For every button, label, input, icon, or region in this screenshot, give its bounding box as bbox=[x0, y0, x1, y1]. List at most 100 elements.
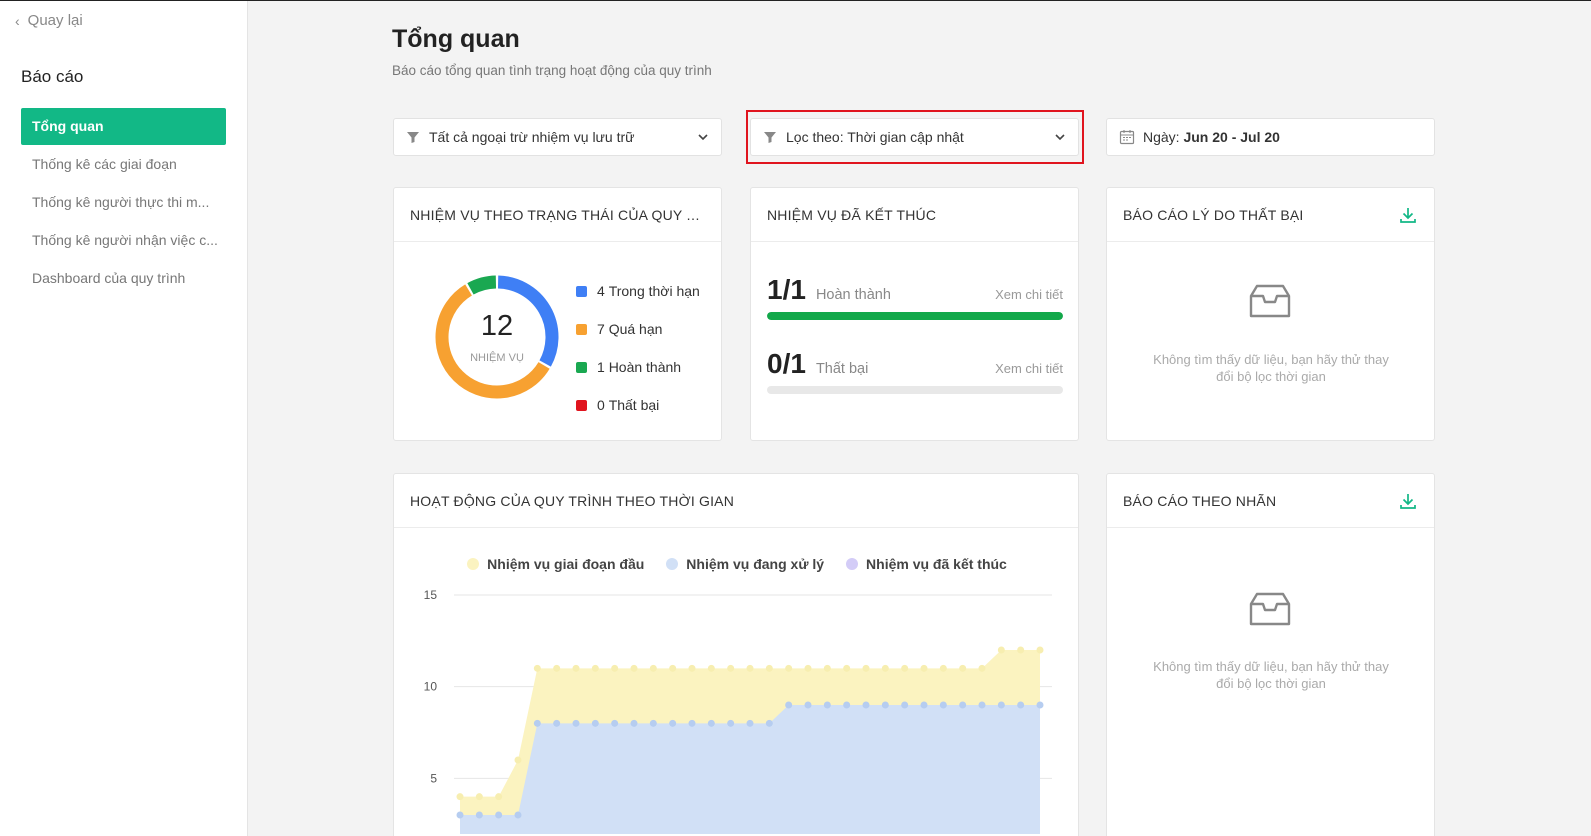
empty-line-2: đổi bộ lọc thời gian bbox=[1216, 369, 1326, 384]
fail-reason-card-title: BÁO CÁO LÝ DO THẤT BẠI bbox=[1123, 206, 1304, 223]
completed-value: 1/1 bbox=[767, 274, 806, 305]
sidebar-item-dashboard[interactable]: Dashboard của quy trình bbox=[21, 260, 226, 297]
empty-line-1: Không tìm thấy dữ liệu, bạn hãy thử thay bbox=[1153, 659, 1389, 674]
data-point bbox=[881, 664, 889, 672]
completed-progress-fill bbox=[767, 312, 1063, 320]
back-label: Quay lại bbox=[27, 12, 83, 29]
data-point bbox=[649, 664, 657, 672]
chart-legend-finished[interactable]: Nhiệm vụ đã kết thúc bbox=[846, 556, 1007, 572]
donut-total-label: NHIỆM VỤ bbox=[470, 352, 524, 364]
data-point bbox=[707, 664, 715, 672]
back-link[interactable]: ‹ Quay lại bbox=[15, 12, 83, 29]
data-point bbox=[901, 701, 909, 709]
sidebar-item-stage-stats[interactable]: Thống kê các giai đoạn bbox=[21, 146, 226, 183]
data-point bbox=[997, 701, 1005, 709]
data-point bbox=[591, 719, 599, 727]
download-icon[interactable] bbox=[1398, 205, 1418, 225]
chart-legend-label: Nhiệm vụ đang xử lý bbox=[686, 556, 825, 572]
sidebar-item-overview[interactable]: Tổng quan bbox=[21, 108, 226, 145]
failed-view-details-link[interactable]: Xem chi tiết bbox=[995, 361, 1063, 376]
highlight-box bbox=[746, 110, 1084, 164]
legend-label: Trong thời hạn bbox=[608, 283, 700, 299]
finished-card-title: NHIỆM VỤ ĐÃ KẾT THÚC bbox=[767, 206, 937, 223]
sidebar-item-assignee-stats[interactable]: Thống kê người nhận việc c... bbox=[21, 222, 226, 259]
data-point bbox=[572, 719, 580, 727]
legend-item-on-time[interactable]: 4 Trong thời hạn bbox=[576, 272, 700, 310]
legend-count: 1 bbox=[597, 359, 605, 375]
scope-filter-dropdown[interactable]: Tất cả ngoại trừ nhiệm vụ lưu trữ bbox=[393, 118, 722, 156]
download-icon[interactable] bbox=[1398, 491, 1418, 511]
data-point bbox=[495, 811, 503, 819]
data-point bbox=[746, 719, 754, 727]
data-point bbox=[920, 664, 928, 672]
fail-reason-card-header: BÁO CÁO LÝ DO THẤT BẠI bbox=[1107, 188, 1434, 242]
legend-swatch bbox=[576, 361, 587, 373]
chart-legend: Nhiệm vụ giai đoạn đầu Nhiệm vụ đang xử … bbox=[394, 556, 1080, 572]
legend-swatch bbox=[576, 399, 587, 411]
label-report-card: BÁO CÁO THEO NHÃN Không tìm thấy dữ liệu… bbox=[1106, 473, 1435, 836]
data-point bbox=[862, 664, 870, 672]
legend-count: 0 bbox=[597, 397, 605, 413]
legend-item-overdue[interactable]: 7 Quá hạn bbox=[576, 310, 700, 348]
data-point bbox=[785, 701, 793, 709]
page-title: Tổng quan bbox=[392, 25, 520, 53]
data-point bbox=[630, 719, 638, 727]
data-point bbox=[843, 664, 851, 672]
donut-segment bbox=[467, 275, 497, 295]
data-point bbox=[823, 701, 831, 709]
sidebar-item-executor-stats[interactable]: Thống kê người thực thi m... bbox=[21, 184, 226, 221]
chart-legend-early[interactable]: Nhiệm vụ giai đoạn đầu bbox=[467, 556, 644, 572]
completed-progress-bar bbox=[767, 312, 1063, 320]
data-point bbox=[475, 793, 483, 801]
chart-legend-dot bbox=[467, 558, 480, 570]
legend-label: Quá hạn bbox=[608, 321, 663, 337]
legend-count: 7 bbox=[597, 321, 605, 337]
legend-swatch bbox=[576, 323, 587, 335]
chart-legend-label: Nhiệm vụ giai đoạn đầu bbox=[487, 556, 645, 572]
legend-item-completed[interactable]: 1 Hoàn thành bbox=[576, 348, 700, 386]
finished-card: NHIỆM VỤ ĐÃ KẾT THÚC 1/1 Hoàn thành Xem … bbox=[750, 187, 1079, 441]
chart-legend-processing[interactable]: Nhiệm vụ đang xử lý bbox=[666, 556, 824, 572]
donut-total: 12 bbox=[480, 310, 514, 342]
status-card-header: NHIỆM VỤ THEO TRẠNG THÁI CỦA QUY TRÌ... bbox=[394, 188, 721, 242]
data-point bbox=[959, 664, 967, 672]
label-report-card-header: BÁO CÁO THEO NHÃN bbox=[1107, 474, 1434, 528]
data-point bbox=[920, 701, 928, 709]
date-range-value: Jun 20 - Jul 20 bbox=[1183, 129, 1280, 145]
activity-card: HOẠT ĐỘNG CỦA QUY TRÌNH THEO THỜI GIAN N… bbox=[393, 473, 1079, 836]
filter-icon bbox=[407, 132, 419, 143]
empty-inbox-icon bbox=[1249, 284, 1291, 318]
y-tick-label: 10 bbox=[424, 680, 438, 694]
empty-inbox-icon bbox=[1249, 592, 1291, 626]
data-point bbox=[1017, 646, 1025, 654]
legend-count: 4 bbox=[597, 283, 605, 299]
failed-value: 0/1 bbox=[767, 348, 806, 379]
status-card: NHIỆM VỤ THEO TRẠNG THÁI CỦA QUY TRÌ... … bbox=[393, 187, 722, 441]
data-point bbox=[591, 664, 599, 672]
data-point bbox=[939, 664, 947, 672]
chevron-down-icon bbox=[698, 134, 708, 141]
data-point bbox=[649, 719, 657, 727]
chart-legend-label: Nhiệm vụ đã kết thúc bbox=[866, 556, 1007, 572]
legend-item-failed[interactable]: 0 Thất bại bbox=[576, 386, 700, 424]
date-range-picker[interactable]: Ngày: Jun 20 - Jul 20 bbox=[1106, 118, 1435, 156]
empty-message: Không tìm thấy dữ liệu, bạn hãy thử thay… bbox=[1127, 351, 1415, 385]
data-point bbox=[746, 664, 754, 672]
data-point bbox=[978, 701, 986, 709]
page-subtitle: Báo cáo tổng quan tình trạng hoạt động c… bbox=[392, 63, 712, 78]
completed-view-details-link[interactable]: Xem chi tiết bbox=[995, 287, 1063, 302]
empty-line-2: đổi bộ lọc thời gian bbox=[1216, 676, 1326, 691]
chart-legend-dot bbox=[666, 558, 679, 570]
data-point bbox=[727, 719, 735, 727]
data-point bbox=[514, 811, 522, 819]
data-point bbox=[997, 646, 1005, 654]
scope-filter-label: Tất cả ngoại trừ nhiệm vụ lưu trữ bbox=[429, 129, 635, 145]
data-point bbox=[959, 701, 967, 709]
data-point bbox=[881, 701, 889, 709]
data-point bbox=[862, 701, 870, 709]
data-point bbox=[553, 719, 561, 727]
empty-message: Không tìm thấy dữ liệu, bạn hãy thử thay… bbox=[1127, 658, 1415, 692]
data-point bbox=[669, 719, 677, 727]
data-point bbox=[901, 664, 909, 672]
data-point bbox=[456, 811, 464, 819]
